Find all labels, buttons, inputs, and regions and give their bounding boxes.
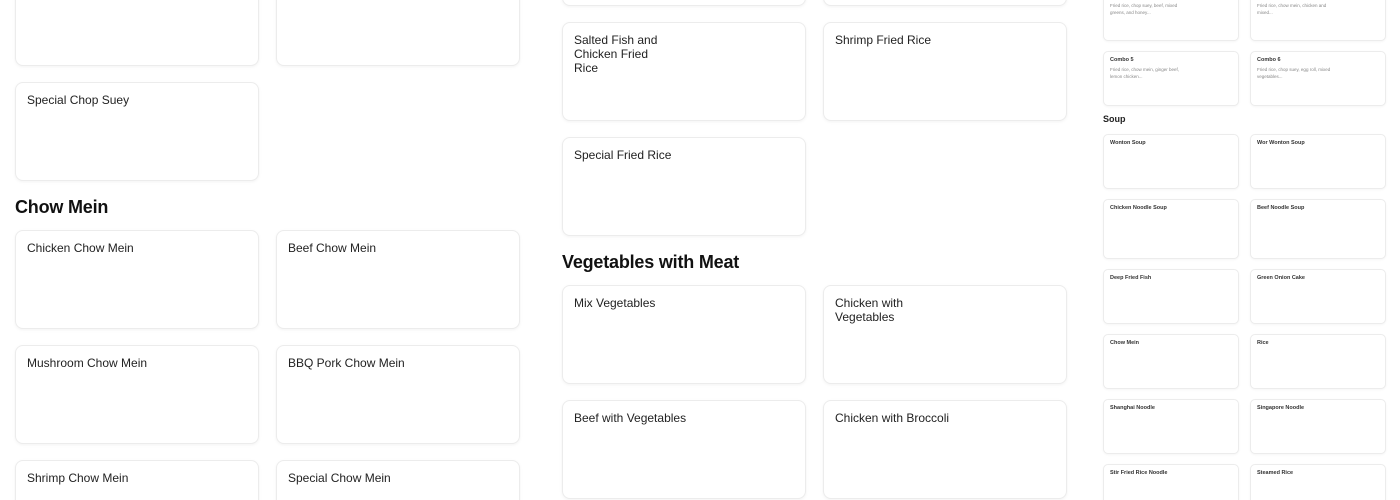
menu-item-title: Stir Fried Rice Noodle	[1110, 470, 1168, 476]
menu-item-description: Fried rice, chow mein, ginger beef, lemo…	[1110, 67, 1180, 79]
menu-item-singapore-noodle[interactable]: Singapore Noodle	[1250, 399, 1386, 454]
menu-item-title: Shrimp Fried Rice	[835, 33, 932, 47]
menu-item-chicken-noodle-soup[interactable]: Chicken Noodle Soup	[1103, 199, 1239, 259]
menu-item-title: Beef with Vegetables	[574, 411, 687, 425]
menu-item-steamed-rice[interactable]: Steamed Rice	[1250, 464, 1386, 500]
menu-item-card[interactable]	[276, 0, 520, 66]
combo-card-top-left[interactable]: Fried rice, chop suey, beef, mixed green…	[1103, 0, 1239, 41]
menu-item-title: Mushroom Chow Mein	[27, 356, 148, 370]
menu-item-shrimp-chow-mein[interactable]: Shrimp Chow Mein	[15, 460, 259, 500]
menu-item-card[interactable]	[823, 0, 1067, 6]
menu-item-title: Chicken Noodle Soup	[1110, 205, 1167, 211]
combo-card-top-right[interactable]: Fried rice, chow mein, chicken and mixed…	[1250, 0, 1386, 41]
menu-item-title: Shanghai Noodle	[1110, 405, 1155, 411]
menu-item-mix-vegetables[interactable]: Mix Vegetables	[562, 285, 806, 384]
menu-item-shanghai-noodle[interactable]: Shanghai Noodle	[1103, 399, 1239, 454]
menu-item-stir-fried-rice-noodle[interactable]: Stir Fried Rice Noodle	[1103, 464, 1239, 500]
menu-item-special-chow-mein[interactable]: Special Chow Mein	[276, 460, 520, 500]
menu-item-title: Salted Fish and Chicken Fried Rice	[574, 33, 658, 75]
menu-item-chow-mein[interactable]: Chow Mein	[1103, 334, 1239, 389]
menu-item-wor-wonton-soup[interactable]: Wor Wonton Soup	[1250, 134, 1386, 189]
menu-item-bbq-pork-chow-mein[interactable]: BBQ Pork Chow Mein	[276, 345, 520, 444]
menu-item-title: Special Fried Rice	[574, 148, 672, 162]
menu-item-description: Fried rice, chow mein, chicken and mixed…	[1257, 3, 1327, 15]
menu-item-beef-noodle-soup[interactable]: Beef Noodle Soup	[1250, 199, 1386, 259]
menu-item-deep-fried-fish[interactable]: Deep Fried Fish	[1103, 269, 1239, 324]
menu-item-title: Beef Noodle Soup	[1257, 205, 1305, 211]
menu-item-title: Shrimp Chow Mein	[27, 471, 129, 485]
section-heading-chow-mein: Chow Mein	[15, 197, 109, 217]
menu-item-special-chop-suey[interactable]: Special Chop Suey	[15, 82, 259, 181]
menu-item-title: Green Onion Cake	[1257, 275, 1305, 281]
menu-item-title: Wonton Soup	[1110, 140, 1146, 146]
menu-item-title: Deep Fried Fish	[1110, 275, 1152, 281]
menu-item-title: Chicken Chow Mein	[27, 241, 134, 255]
menu-item-chicken-chow-mein[interactable]: Chicken Chow Mein	[15, 230, 259, 329]
menu-item-title: Steamed Rice	[1257, 470, 1294, 476]
menu-item-title: Special Chow Mein	[288, 471, 391, 485]
section-heading-soup: Soup	[1103, 114, 1126, 124]
menu-item-wonton-soup[interactable]: Wonton Soup	[1103, 134, 1239, 189]
menu-item-title: Mix Vegetables	[574, 296, 656, 310]
menu-item-beef-chow-mein[interactable]: Beef Chow Mein	[276, 230, 520, 329]
menu-item-title: Combo 5	[1110, 57, 1134, 63]
menu-item-mushroom-chow-mein[interactable]: Mushroom Chow Mein	[15, 345, 259, 444]
menu-item-rice[interactable]: Rice	[1250, 334, 1386, 389]
menu-item-title: Chow Mein	[1110, 340, 1140, 346]
menu-item-card[interactable]	[562, 0, 806, 6]
menu-item-salted-fish-chicken-fried-rice[interactable]: Salted Fish and Chicken Fried Rice	[562, 22, 806, 121]
menu-item-title: Singapore Noodle	[1257, 405, 1305, 411]
menu-item-card[interactable]	[15, 0, 259, 66]
menu-item-title: Rice	[1257, 340, 1269, 346]
menu-item-title: Chicken with Vegetables	[835, 296, 904, 324]
menu-item-title: Beef Chow Mein	[288, 241, 377, 255]
menu-item-title: Wor Wonton Soup	[1257, 140, 1305, 146]
menu-item-beef-with-vegetables[interactable]: Beef with Vegetables	[562, 400, 806, 499]
menu-item-special-fried-rice[interactable]: Special Fried Rice	[562, 137, 806, 236]
menu-item-chicken-with-broccoli[interactable]: Chicken with Broccoli	[823, 400, 1067, 499]
menu-item-shrimp-fried-rice[interactable]: Shrimp Fried Rice	[823, 22, 1067, 121]
menu-item-green-onion-cake[interactable]: Green Onion Cake	[1250, 269, 1386, 324]
menu-item-chicken-with-vegetables[interactable]: Chicken with Vegetables	[823, 285, 1067, 384]
menu-item-title: Combo 6	[1257, 57, 1281, 63]
menu-item-title: Chicken with Broccoli	[835, 411, 950, 425]
combo-card-6[interactable]: Combo 6 Fried rice, chop suey, egg roll,…	[1250, 51, 1386, 106]
combo-card-5[interactable]: Combo 5 Fried rice, chow mein, ginger be…	[1103, 51, 1239, 106]
menu-item-description: Fried rice, chop suey, beef, mixed green…	[1110, 3, 1178, 15]
menu-item-title: BBQ Pork Chow Mein	[288, 356, 405, 370]
section-heading-vegetables-with-meat: Vegetables with Meat	[562, 252, 740, 272]
menu-item-description: Fried rice, chop suey, egg roll, mixed v…	[1257, 67, 1331, 79]
menu-item-title: Special Chop Suey	[27, 93, 130, 107]
